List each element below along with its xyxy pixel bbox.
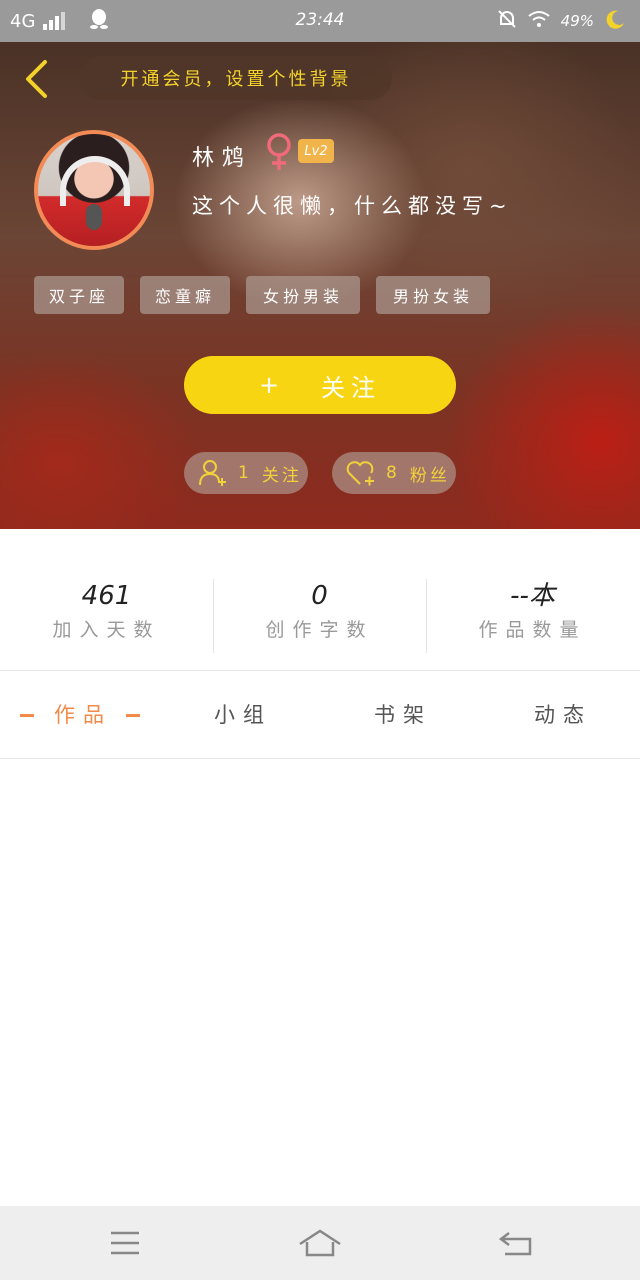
stat-value: 0 (311, 581, 328, 611)
add-user-icon (199, 460, 226, 486)
home-button[interactable] (298, 1224, 342, 1262)
user-bio: 这个人很懒，什么都没写~ (192, 194, 513, 218)
fans-label: 粉丝 (409, 465, 450, 486)
back-arrow-icon (26, 60, 47, 98)
following-count: 1 (238, 463, 252, 483)
stat-word-count: 0 创作字数 (213, 579, 426, 642)
avatar[interactable] (34, 130, 154, 250)
following-label: 关注 (261, 465, 302, 486)
tab-works[interactable]: 作品 (54, 699, 112, 729)
stat-label: 创作字数 (265, 619, 374, 641)
stat-label: 作品数量 (478, 619, 587, 641)
stat-value: --本 (510, 581, 555, 611)
avatar-mic (86, 204, 102, 230)
female-icon (267, 133, 291, 170)
follow-button-label: 关注 (321, 373, 382, 402)
back-button[interactable] (18, 58, 54, 100)
follow-button[interactable]: + 关注 (184, 356, 456, 414)
stat-value: 461 (81, 581, 132, 611)
tab-content (0, 760, 640, 1206)
menu-icon (111, 1231, 139, 1255)
heart-plus-icon (346, 461, 374, 486)
tab-groups[interactable]: 小组 (214, 699, 272, 729)
return-icon (499, 1232, 532, 1256)
stats-row: 461 加入天数 0 创作字数 --本 作品数量 (0, 529, 640, 671)
user-name: 林鸩 (192, 146, 253, 171)
stat-join-days: 461 加入天数 (0, 579, 213, 642)
level-badge: Lv2 (298, 139, 334, 163)
wifi-icon (527, 10, 551, 32)
profile-tabs: 作品 小组 书架 动态 (0, 671, 640, 759)
tag-item[interactable]: 男扮女装 (376, 276, 490, 314)
menu-button[interactable] (105, 1224, 145, 1262)
return-button[interactable] (496, 1224, 536, 1262)
battery-label: 49% (560, 12, 594, 30)
moon-icon (604, 8, 626, 34)
avatar-headset (60, 156, 130, 206)
status-right: 49% (497, 8, 626, 34)
tag-item[interactable]: 双子座 (34, 276, 124, 314)
tag-item[interactable]: 女扮男装 (246, 276, 360, 314)
active-tab-indicator-right (126, 714, 140, 717)
stat-works-count: --本 作品数量 (426, 579, 639, 642)
home-icon (299, 1229, 341, 1257)
active-tab-indicator-left (20, 714, 34, 717)
tag-list: 双子座 恋童癖 女扮男装 男扮女装 (0, 276, 640, 314)
tab-activity[interactable]: 动态 (534, 699, 592, 729)
following-count-button[interactable]: 1 关注 (184, 452, 308, 494)
system-nav-bar (0, 1206, 640, 1280)
vip-background-banner[interactable]: 开通会员，设置个性背景 (80, 56, 392, 100)
tag-item[interactable]: 恋童癖 (140, 276, 230, 314)
status-bar: 4G 23:44 49% (0, 0, 640, 42)
plus-icon: + (258, 371, 286, 399)
stat-label: 加入天数 (52, 619, 161, 641)
fans-count: 8 (386, 463, 400, 483)
fans-count-button[interactable]: 8 粉丝 (332, 452, 456, 494)
profile-header: 开通会员，设置个性背景 林鸩 Lv2 这个人很懒，什么都没写~ 双子座 恋童癖 … (0, 42, 640, 529)
tab-bookshelf[interactable]: 书架 (374, 699, 432, 729)
mute-icon (497, 9, 517, 33)
